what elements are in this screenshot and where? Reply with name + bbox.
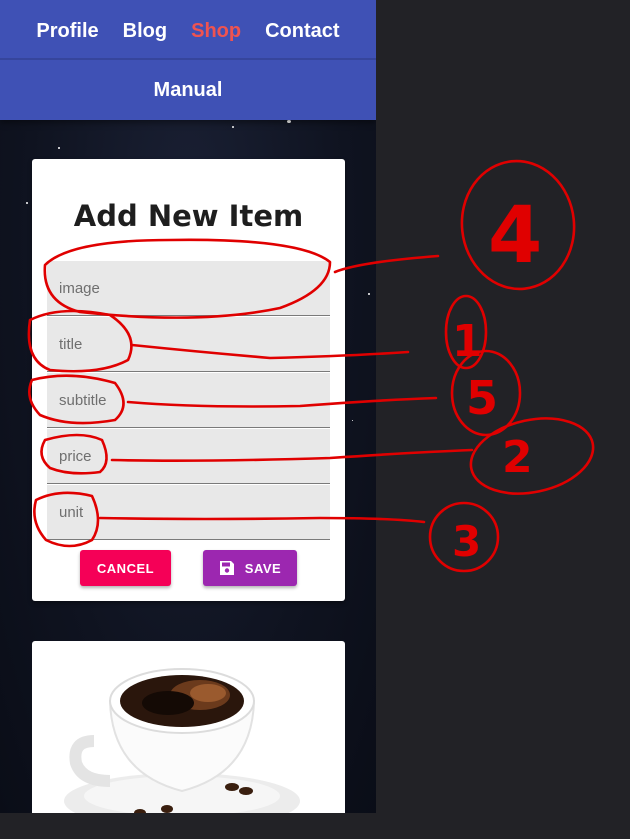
annotation-number-circle-4 bbox=[460, 159, 576, 291]
unit-field bbox=[47, 485, 330, 540]
price-field bbox=[47, 429, 330, 484]
product-card bbox=[32, 641, 345, 813]
annotation-number-circle-3 bbox=[428, 501, 500, 573]
nav-link-manual[interactable]: Manual bbox=[142, 79, 235, 102]
coffee-cup-icon bbox=[64, 668, 300, 813]
form-title: Add New Item bbox=[73, 199, 304, 233]
nav-links: Profile Blog Shop Contact bbox=[0, 4, 376, 58]
subtitle-field bbox=[47, 373, 330, 428]
annotation-number-5: 5 bbox=[466, 371, 498, 425]
annotation-number-circle-2 bbox=[469, 417, 595, 495]
nav-link-contact[interactable]: Contact bbox=[253, 20, 351, 43]
nav-link-blog[interactable]: Blog bbox=[111, 20, 179, 43]
annotation-number-circle-1 bbox=[444, 294, 488, 370]
background-star bbox=[287, 120, 291, 123]
unit-input[interactable] bbox=[47, 485, 330, 539]
image-input[interactable] bbox=[47, 261, 330, 315]
save-button-label: SAVE bbox=[244, 560, 282, 576]
cancel-button[interactable]: CANCEL bbox=[80, 550, 171, 586]
image-field bbox=[47, 261, 330, 316]
app-viewport: Profile Blog Shop Contact Manual Add New… bbox=[0, 0, 376, 813]
annotation-number-3: 3 bbox=[452, 517, 481, 566]
background-star bbox=[58, 147, 60, 149]
add-item-card: Add New Item CANCEL S bbox=[32, 159, 345, 601]
background-star bbox=[368, 293, 370, 295]
nav-link-profile[interactable]: Profile bbox=[24, 20, 110, 43]
price-input[interactable] bbox=[47, 429, 330, 483]
background-star bbox=[26, 202, 28, 204]
annotation-number-4: 4 bbox=[488, 191, 542, 281]
top-navbar: Profile Blog Shop Contact Manual bbox=[0, 0, 376, 120]
annotation-number-1: 1 bbox=[452, 316, 483, 367]
nav-divider bbox=[0, 58, 376, 60]
cancel-button-label: CANCEL bbox=[96, 560, 155, 576]
annotation-number-2: 2 bbox=[502, 432, 533, 483]
nav-secondary: Manual bbox=[0, 62, 376, 118]
floppy-disk-icon bbox=[219, 560, 235, 576]
title-field bbox=[47, 317, 330, 372]
nav-link-shop[interactable]: Shop bbox=[179, 20, 253, 43]
annotation-number-circle-5 bbox=[450, 349, 522, 437]
title-input[interactable] bbox=[47, 317, 330, 371]
subtitle-input[interactable] bbox=[47, 373, 330, 427]
save-button[interactable]: SAVE bbox=[203, 550, 297, 586]
background-star bbox=[232, 126, 234, 128]
background-star bbox=[352, 420, 353, 421]
